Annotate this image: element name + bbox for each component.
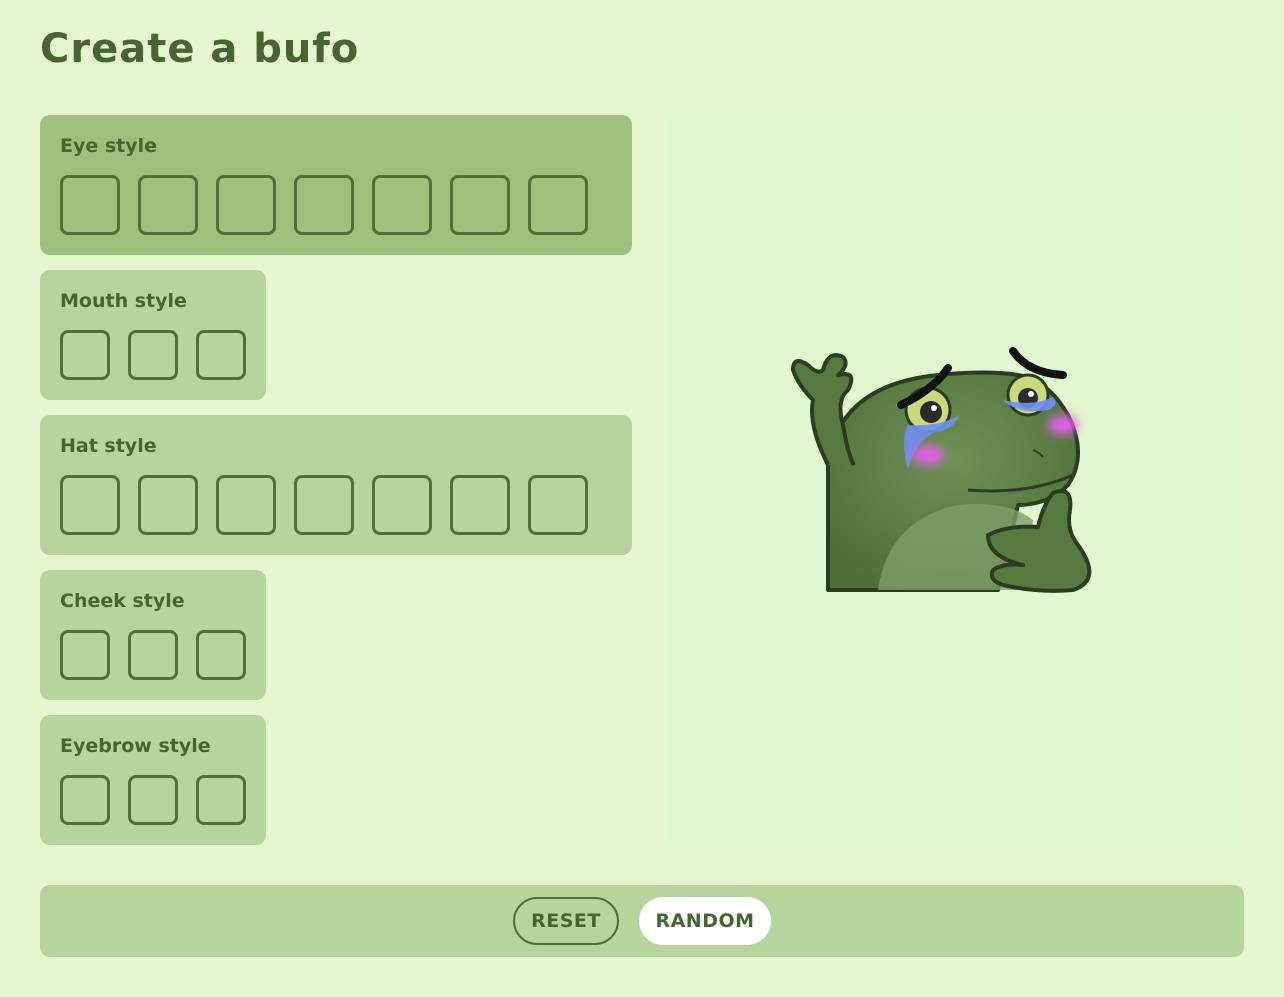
action-bar: RESET RANDOM — [40, 885, 1244, 957]
mouth-option-3[interactable] — [196, 330, 246, 380]
mouth-option-1[interactable] — [60, 330, 110, 380]
eyebrow-option-3[interactable] — [196, 775, 246, 825]
cheek-option-3[interactable] — [196, 630, 246, 680]
hat-option-5[interactable] — [372, 475, 432, 535]
cheek-style-panel: Cheek style — [40, 570, 266, 700]
eye-option-2[interactable] — [138, 175, 198, 235]
cheek-option-1[interactable] — [60, 630, 110, 680]
hat-style-label: Hat style — [60, 435, 157, 457]
hat-option-3[interactable] — [216, 475, 276, 535]
eye-style-options — [60, 175, 588, 235]
mouth-style-label: Mouth style — [60, 290, 187, 312]
eye-option-5[interactable] — [372, 175, 432, 235]
eyebrow-option-1[interactable] — [60, 775, 110, 825]
cheek-style-options — [60, 630, 246, 680]
eye-option-6[interactable] — [450, 175, 510, 235]
hat-option-7[interactable] — [528, 475, 588, 535]
eye-option-4[interactable] — [294, 175, 354, 235]
hat-style-panel: Hat style — [40, 415, 632, 555]
hat-option-1[interactable] — [60, 475, 120, 535]
eye-option-7[interactable] — [528, 175, 588, 235]
eye-option-1[interactable] — [60, 175, 120, 235]
eyebrow-style-options — [60, 775, 246, 825]
eye-option-3[interactable] — [216, 175, 276, 235]
eyebrow-style-panel: Eyebrow style — [40, 715, 266, 845]
mouth-option-2[interactable] — [128, 330, 178, 380]
hat-option-4[interactable] — [294, 475, 354, 535]
mouth-style-options — [60, 330, 246, 380]
eye-style-panel: Eye style — [40, 115, 632, 255]
random-button[interactable]: RANDOM — [639, 897, 771, 945]
hat-style-options — [60, 475, 588, 535]
eyebrow-option-2[interactable] — [128, 775, 178, 825]
cheek-option-2[interactable] — [128, 630, 178, 680]
reset-button[interactable]: RESET — [513, 897, 619, 945]
hat-option-6[interactable] — [450, 475, 510, 535]
hat-option-2[interactable] — [138, 475, 198, 535]
bufo-frog-illustration — [791, 347, 1092, 593]
bufo-preview — [668, 115, 1240, 845]
page-title: Create a bufo — [40, 26, 360, 72]
eyebrow-style-label: Eyebrow style — [60, 735, 211, 757]
eye-style-label: Eye style — [60, 135, 158, 157]
cheek-style-label: Cheek style — [60, 590, 185, 612]
mouth-style-panel: Mouth style — [40, 270, 266, 400]
